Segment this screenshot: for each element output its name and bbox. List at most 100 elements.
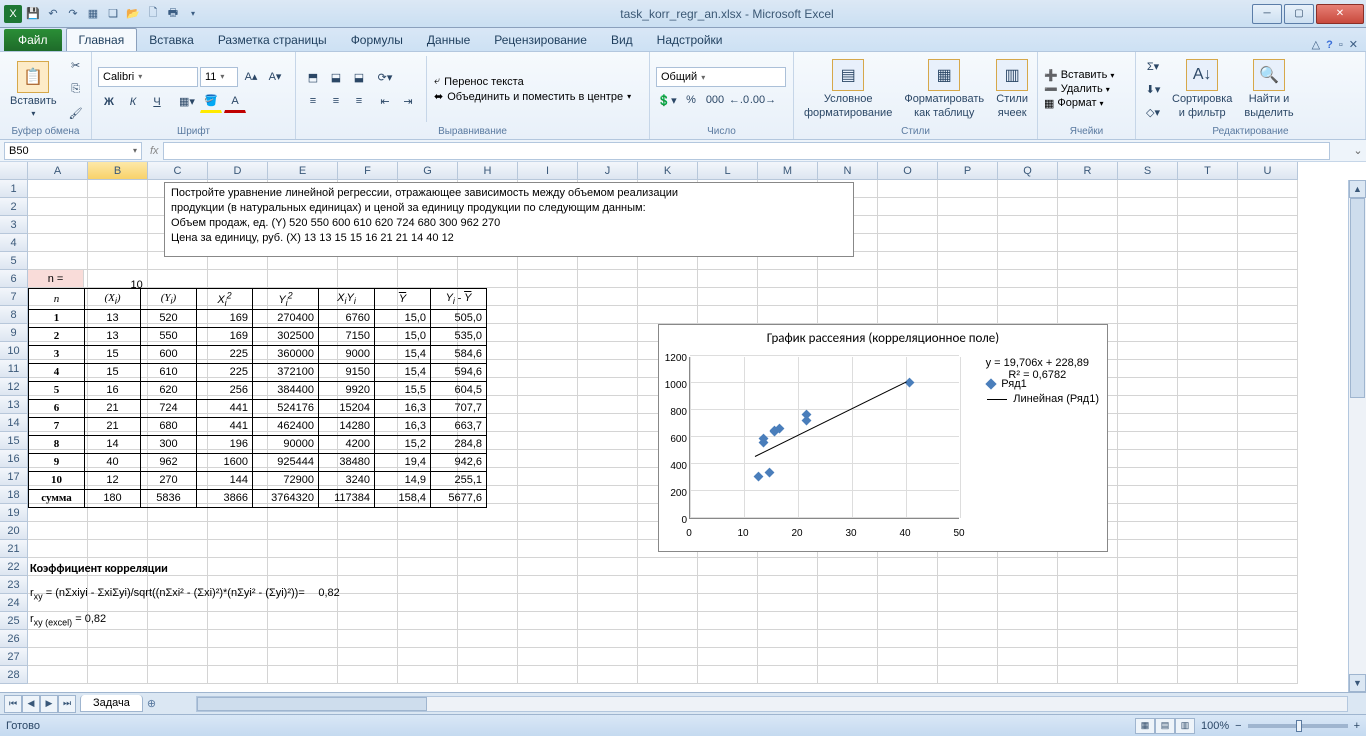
tab-formulas[interactable]: Формулы [339,29,415,51]
cell[interactable] [1238,468,1298,486]
format-cells-button[interactable]: ▦Формат▾ [1044,97,1114,110]
cell[interactable] [338,666,398,684]
qat1-icon[interactable]: ▦ [84,5,102,23]
cell[interactable] [208,270,268,288]
cell[interactable] [458,576,518,594]
cell[interactable] [578,468,638,486]
cell[interactable] [458,594,518,612]
orientation-icon[interactable]: ⟳▾ [374,66,396,88]
cell[interactable] [1118,396,1178,414]
cell[interactable] [1238,414,1298,432]
cell[interactable] [88,522,148,540]
cell[interactable] [1118,414,1178,432]
cell[interactable] [1118,594,1178,612]
cell[interactable] [818,594,878,612]
row-header[interactable]: 13 [0,396,28,414]
ribbon-minimize-icon[interactable]: △ [1312,38,1320,51]
cell[interactable] [1238,270,1298,288]
size-combo[interactable]: 11▾ [200,67,238,87]
cell[interactable] [938,630,998,648]
zoom-in-icon[interactable]: + [1354,720,1360,732]
cell[interactable] [1058,270,1118,288]
col-B[interactable]: B [88,162,148,180]
cell[interactable] [878,666,938,684]
sort-filter-button[interactable]: A↓Сортировкаи фильтр [1168,57,1236,121]
cell[interactable] [878,306,938,324]
cell[interactable] [1118,360,1178,378]
cell[interactable] [998,180,1058,198]
cell[interactable] [698,288,758,306]
cell[interactable] [88,630,148,648]
align-center-icon[interactable]: ≡ [325,90,347,112]
cell[interactable] [578,630,638,648]
col-R[interactable]: R [1058,162,1118,180]
cell[interactable] [398,270,458,288]
cell[interactable] [818,306,878,324]
save-icon[interactable]: 💾 [24,5,42,23]
tab-insert[interactable]: Вставка [137,29,206,51]
cell[interactable] [28,252,88,270]
cell[interactable] [338,270,398,288]
cell[interactable] [1118,468,1178,486]
cell[interactable] [28,522,88,540]
cell[interactable] [1178,540,1238,558]
qat-more-icon[interactable]: ▾ [184,5,202,23]
cell-styles-button[interactable]: ▥Стилиячеек [992,57,1032,121]
cell[interactable] [518,540,578,558]
shrink-font-icon[interactable]: A▾ [264,66,286,88]
cell[interactable] [518,324,578,342]
cell[interactable] [1238,216,1298,234]
cell[interactable] [1178,180,1238,198]
cell[interactable] [518,612,578,630]
cell[interactable] [998,648,1058,666]
cell[interactable] [518,576,578,594]
cell[interactable] [638,612,698,630]
copy-icon[interactable]: ⎘ [65,78,87,100]
dec-decimal-icon[interactable]: .00→ [752,89,774,111]
wrap-text-button[interactable]: ⤶Перенос текста [434,75,631,88]
paste-button[interactable]: 📋 Вставить ▾ [6,59,61,120]
cell[interactable] [1058,576,1118,594]
row-header[interactable]: 8 [0,306,28,324]
cell[interactable] [878,594,938,612]
cell[interactable] [1118,630,1178,648]
cell[interactable] [1118,666,1178,684]
cell[interactable] [1058,288,1118,306]
cell[interactable] [1238,180,1298,198]
cell[interactable] [1058,234,1118,252]
cell[interactable] [698,666,758,684]
cell[interactable] [938,648,998,666]
cell[interactable] [148,648,208,666]
cell[interactable] [938,234,998,252]
cell[interactable] [938,576,998,594]
cell[interactable] [1238,198,1298,216]
cell[interactable] [878,558,938,576]
col-N[interactable]: N [818,162,878,180]
borders-icon[interactable]: ▦▾ [176,91,198,113]
vertical-scrollbar[interactable]: ▲ ▼ [1348,180,1366,692]
cell[interactable] [878,288,938,306]
cell[interactable] [878,180,938,198]
sheet-prev-icon[interactable]: ◀ [22,695,40,713]
cell[interactable] [458,630,518,648]
row-header[interactable]: 22 [0,558,28,576]
cell[interactable] [398,612,458,630]
cell[interactable] [1178,576,1238,594]
cell[interactable] [88,234,148,252]
close-button[interactable]: ✕ [1316,4,1364,24]
cell[interactable] [758,666,818,684]
row-header[interactable]: 16 [0,450,28,468]
cell[interactable] [1118,648,1178,666]
cell[interactable] [1058,558,1118,576]
cell[interactable] [1178,324,1238,342]
row-header[interactable]: 26 [0,630,28,648]
cell[interactable] [698,612,758,630]
cell[interactable] [398,648,458,666]
cell[interactable] [998,198,1058,216]
cell[interactable] [1178,306,1238,324]
cell[interactable] [268,648,338,666]
cell[interactable] [1118,288,1178,306]
insert-cells-button[interactable]: ➕Вставить▾ [1044,69,1114,82]
scroll-down-icon[interactable]: ▼ [1349,674,1366,692]
conditional-format-button[interactable]: ▤Условноеформатирование [800,57,896,121]
